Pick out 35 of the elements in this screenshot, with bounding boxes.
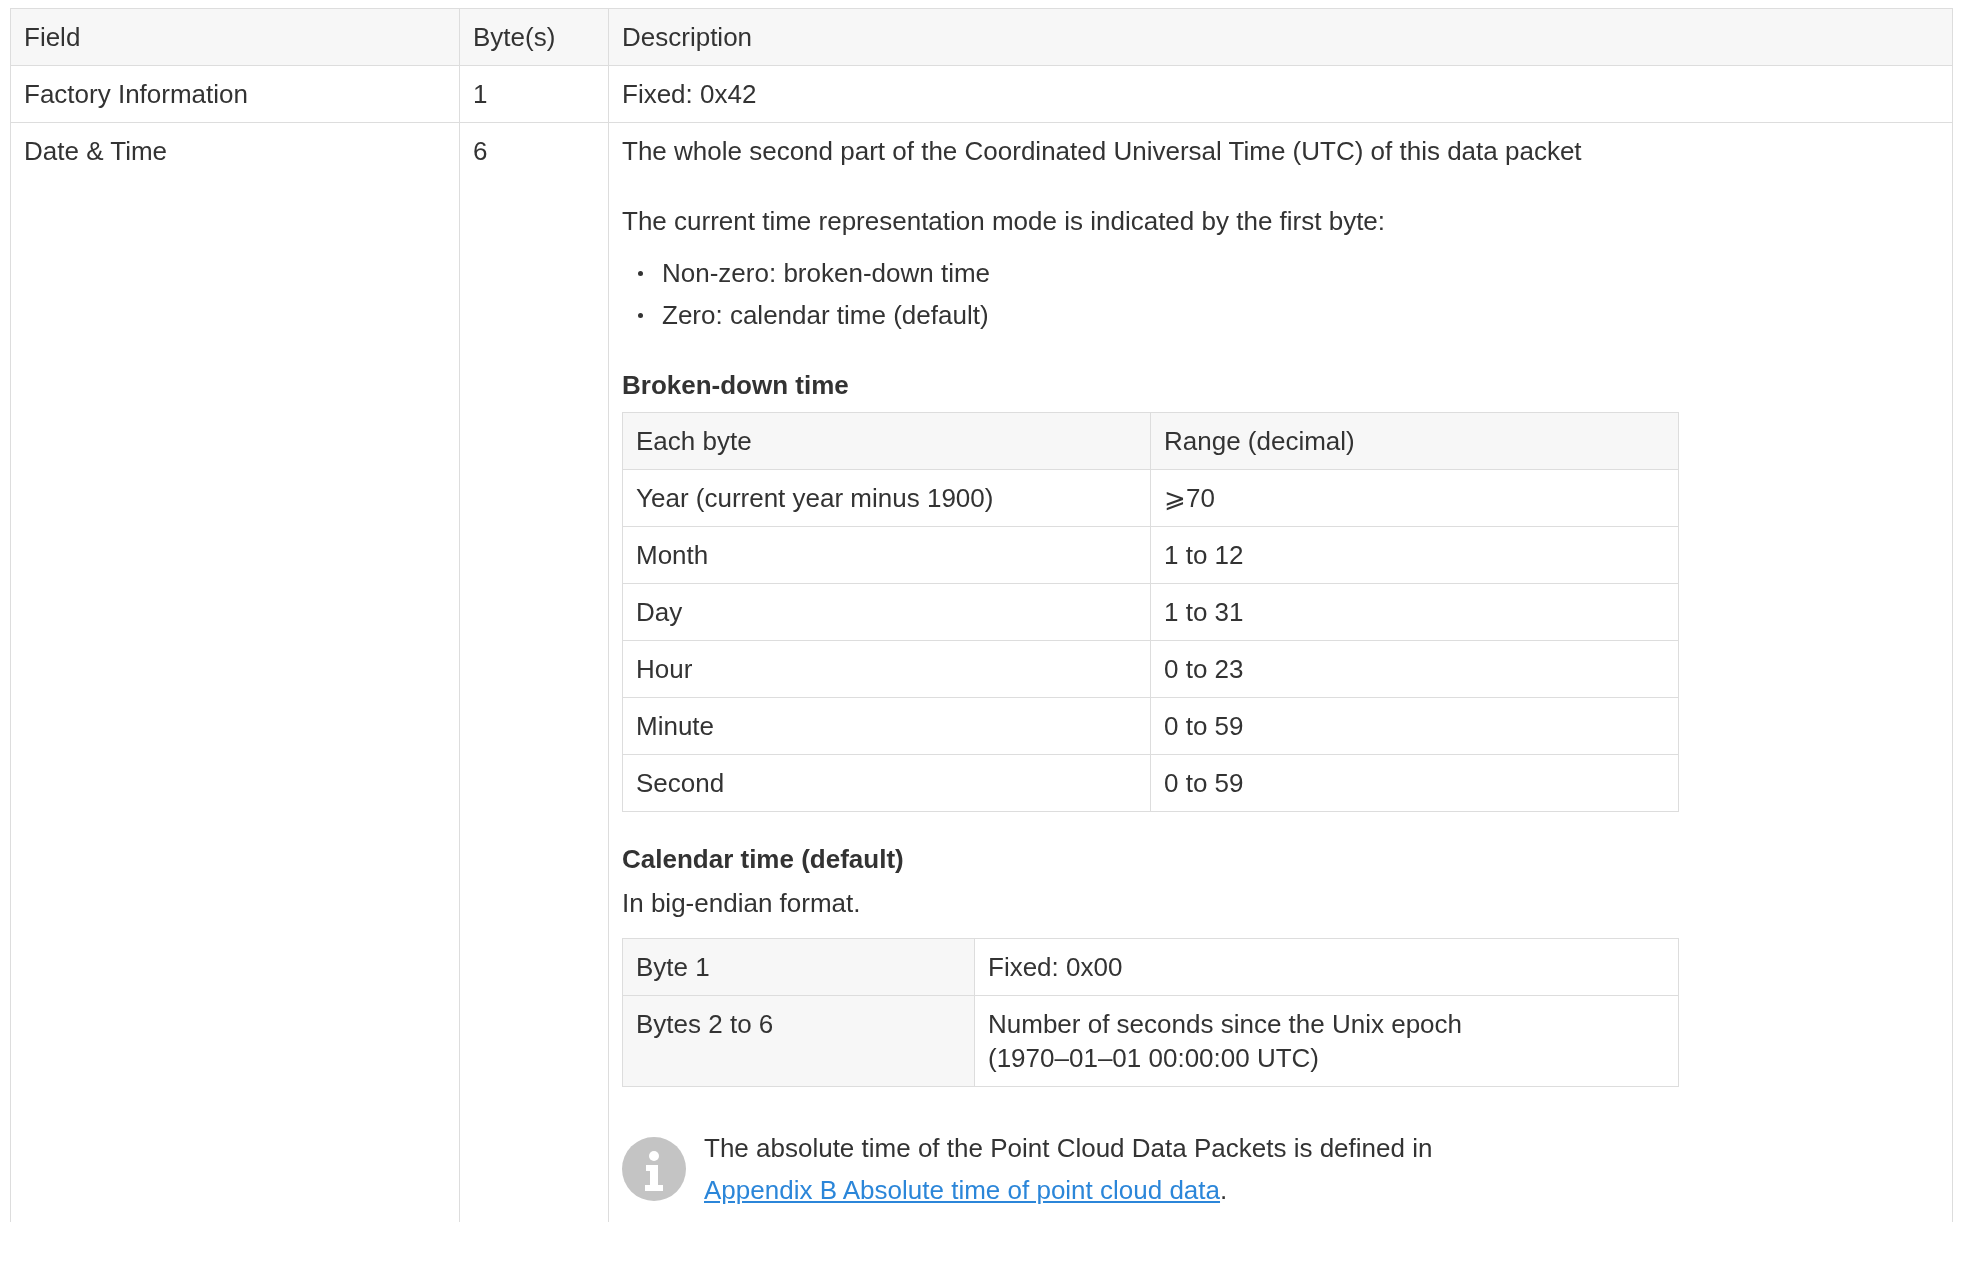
table-cell: Byte 1 [622,938,975,996]
section-heading: Calendar time (default) [622,843,905,876]
table-cell: 0 to 23 [1150,640,1679,698]
table-cell: Bytes 2 to 6 [622,995,975,1087]
table-cell: 0 to 59 [1150,697,1679,755]
description-text: The whole second part of the Coordinated Universal Time (UTC) of this data packet [622,135,1583,168]
description-text: In big-endian format. [622,887,862,920]
table-cell: Second [622,754,1151,812]
table-cell: Month [622,526,1151,584]
table-cell: 6 [459,122,609,1222]
column-header: Each byte [622,412,1151,470]
table-cell: Fixed: 0x00 [974,938,1679,996]
section-heading: Broken-down time [622,369,850,402]
column-header: Byte(s) [459,8,609,66]
info-icon [622,1137,686,1201]
column-header: Description [608,8,1953,66]
table-cell: Day [622,583,1151,641]
table-cell: Minute [622,697,1151,755]
table-cell: Date & Time [10,122,460,1222]
note-text: The absolute time of the Point Cloud Data Packets is defined in Appendix B Absolute time of point cloud data. [704,1132,1434,1207]
table-cell: ⩾70 [1150,469,1679,527]
appendix-link[interactable]: Appendix B Absolute time of point cloud data [704,1175,1220,1205]
description-text: Fixed: 0x42 [622,78,758,111]
table-cell: Factory Information [10,65,460,123]
description-text: The current time representation mode is indicated by the first byte: [622,205,1387,238]
table-cell: 0 to 59 [1150,754,1679,812]
table-cell: 1 to 31 [1150,583,1679,641]
column-header: Range (decimal) [1150,412,1679,470]
column-header: Field [10,8,460,66]
table-cell: Year (current year minus 1900) [622,469,1151,527]
bullet-item: Non-zero: broken-down time [636,252,1939,294]
table-cell: Number of seconds since the Unix epoch (1970–01–01 00:00:00 UTC) [974,995,1679,1087]
table-cell: Hour [622,640,1151,698]
bullet-item: Zero: calendar time (default) [636,294,1939,336]
table-cell: 1 to 12 [1150,526,1679,584]
